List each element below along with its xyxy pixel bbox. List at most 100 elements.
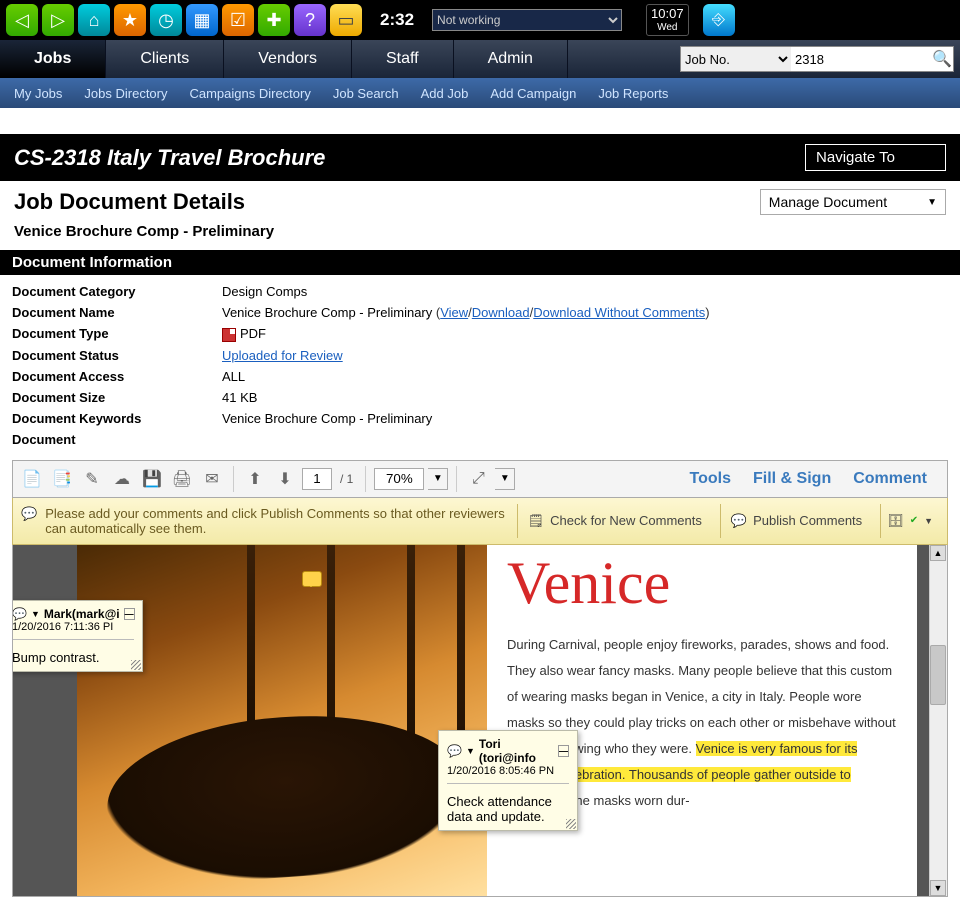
navigate-to-button[interactable]: Navigate To — [805, 144, 946, 171]
tab-vendors[interactable]: Vendors — [224, 40, 352, 78]
pdf-page-input[interactable] — [302, 468, 332, 490]
pdf-create-icon[interactable]: 📑 — [49, 466, 75, 492]
timer-display: 2:32 — [380, 10, 414, 30]
note-body: Bump contrast. — [12, 650, 134, 665]
jobno-type-select[interactable]: Job No. — [681, 47, 791, 71]
manage-document-dropdown[interactable]: Manage Document ▼ — [760, 189, 946, 215]
link-status[interactable]: Uploaded for Review — [222, 348, 343, 363]
forward-icon[interactable]: ▷ — [42, 4, 74, 36]
section-header: Document Information — [0, 250, 960, 275]
tab-clients[interactable]: Clients — [106, 40, 224, 78]
label-name: Document Name — [12, 305, 222, 320]
pdf-page-total: / 1 — [340, 472, 353, 486]
document-info: Document CategoryDesign Comps Document N… — [0, 275, 960, 460]
pdf-email-icon[interactable]: ✉ — [199, 466, 225, 492]
comment-add-icon: 💬 — [21, 506, 37, 536]
chevron-down-icon: ▼ — [924, 516, 933, 526]
value-type: PDF — [222, 326, 266, 342]
note-author: Tori (tori@info — [479, 737, 554, 765]
chevron-down-icon: ▼ — [466, 746, 475, 756]
comment-bar-message: Please add your comments and click Publi… — [45, 506, 508, 536]
note-icon: 💬 — [12, 607, 27, 621]
logout-icon[interactable]: ⎆ — [703, 4, 735, 36]
pdf-zoom-input[interactable] — [374, 468, 424, 490]
pdf-edit-icon[interactable]: ✎ — [79, 466, 105, 492]
document-subtitle: Venice Brochure Comp - Preliminary — [0, 223, 960, 250]
clock-time: 10:07 — [651, 7, 684, 21]
star-icon[interactable]: ★ — [114, 4, 146, 36]
pdf-zoom-dropdown[interactable]: ▼ — [428, 468, 448, 490]
resize-handle[interactable] — [131, 660, 141, 670]
pdf-tools-link[interactable]: Tools — [690, 470, 731, 488]
jobno-input[interactable] — [791, 47, 931, 71]
pdf-cloud-icon[interactable]: ☁ — [109, 466, 135, 492]
tab-jobs[interactable]: Jobs — [0, 40, 106, 78]
value-access: ALL — [222, 369, 245, 384]
plus-icon[interactable]: ✚ — [258, 4, 290, 36]
link-download-nocomments[interactable]: Download Without Comments — [533, 305, 705, 320]
page-title: Job Document Details — [14, 189, 760, 215]
subnav-jobsdir[interactable]: Jobs Directory — [84, 86, 167, 101]
pdf-fillsign-link[interactable]: Fill & Sign — [753, 470, 831, 488]
pdf-fullscreen-icon[interactable]: ⤢ — [465, 466, 491, 492]
check-icon[interactable]: ☑ — [222, 4, 254, 36]
pdf-export-icon[interactable]: 📄 — [19, 466, 45, 492]
clock-icon[interactable]: ◷ — [150, 4, 182, 36]
pdf-save-icon[interactable]: 💾 — [139, 466, 165, 492]
subnav-addjob[interactable]: Add Job — [421, 86, 469, 101]
jobno-search: Job No. 🔍 — [680, 46, 954, 72]
search-icon[interactable]: 🔍 — [931, 49, 953, 69]
pdf-viewer: Venice During Carnival, people enjoy fir… — [12, 545, 948, 897]
scroll-up-button[interactable]: ▲ — [930, 545, 946, 561]
label-access: Document Access — [12, 369, 222, 384]
scroll-down-button[interactable]: ▼ — [930, 880, 946, 896]
server-status-button[interactable]: 🗄 ✔ ▼ — [880, 504, 939, 538]
sticky-note-1[interactable]: 💬▼ Mark(mark@i— 1/20/2016 7:11:36 PI Bum… — [12, 600, 143, 672]
pdf-comment-link[interactable]: Comment — [853, 470, 927, 488]
pdf-page: Venice During Carnival, people enjoy fir… — [77, 545, 917, 897]
server-icon: 🗄 — [887, 513, 904, 529]
pdf-toolbar: 📄 📑 ✎ ☁ 💾 🖨 ✉ ⬆ ⬇ / 1 ▼ ⤢ ▼ Tools Fill &… — [12, 460, 948, 498]
brochure-heading: Venice — [507, 549, 897, 618]
clock-day: Wed — [651, 22, 684, 33]
tab-admin[interactable]: Admin — [454, 40, 568, 78]
folder-icon[interactable]: ▭ — [330, 4, 362, 36]
subnav-jobsearch[interactable]: Job Search — [333, 86, 399, 101]
title-bar: CS-2318 Italy Travel Brochure Navigate T… — [0, 134, 960, 181]
label-document: Document — [12, 432, 222, 447]
subnav-campdir[interactable]: Campaigns Directory — [189, 86, 310, 101]
home-icon[interactable]: ⌂ — [78, 4, 110, 36]
link-download[interactable]: Download — [472, 305, 530, 320]
top-toolbar: ◁ ▷ ⌂ ★ ◷ ▦ ☑ ✚ ? ▭ 2:32 Not working 10:… — [0, 0, 960, 40]
check-comments-button[interactable]: 🗒 Check for New Comments — [517, 504, 712, 538]
label-type: Document Type — [12, 326, 222, 342]
brochure-text: Venice During Carnival, people enjoy fir… — [487, 545, 917, 897]
comment-marker-icon[interactable] — [302, 571, 322, 587]
calendar-icon[interactable]: ▦ — [186, 4, 218, 36]
status-select[interactable]: Not working — [432, 9, 622, 31]
subnav-myjobs[interactable]: My Jobs — [14, 86, 62, 101]
close-icon[interactable]: — — [124, 608, 135, 620]
back-icon[interactable]: ◁ — [6, 4, 38, 36]
pdf-viewmode-dropdown[interactable]: ▼ — [495, 468, 515, 490]
pdf-pagedown-icon[interactable]: ⬇ — [272, 466, 298, 492]
scroll-thumb[interactable] — [930, 645, 946, 705]
publish-comments-button[interactable]: 💬 Publish Comments — [720, 504, 872, 538]
resize-handle[interactable] — [566, 819, 576, 829]
chevron-down-icon: ▼ — [927, 197, 937, 208]
subnav-addcamp[interactable]: Add Campaign — [490, 86, 576, 101]
pdf-pageup-icon[interactable]: ⬆ — [242, 466, 268, 492]
page-header: Job Document Details Manage Document ▼ — [0, 181, 960, 223]
sticky-note-2[interactable]: 💬▼ Tori (tori@info— 1/20/2016 8:05:46 PN… — [438, 730, 578, 831]
link-view[interactable]: View — [440, 305, 468, 320]
value-category: Design Comps — [222, 284, 307, 299]
close-icon[interactable]: — — [558, 745, 569, 757]
sub-nav: My Jobs Jobs Directory Campaigns Directo… — [0, 78, 960, 108]
label-size: Document Size — [12, 390, 222, 405]
label-category: Document Category — [12, 284, 222, 299]
pdf-print-icon[interactable]: 🖨 — [169, 466, 195, 492]
subnav-jobreports[interactable]: Job Reports — [598, 86, 668, 101]
checkmark-icon: ✔ — [910, 515, 918, 526]
help-icon[interactable]: ? — [294, 4, 326, 36]
tab-staff[interactable]: Staff — [352, 40, 454, 78]
